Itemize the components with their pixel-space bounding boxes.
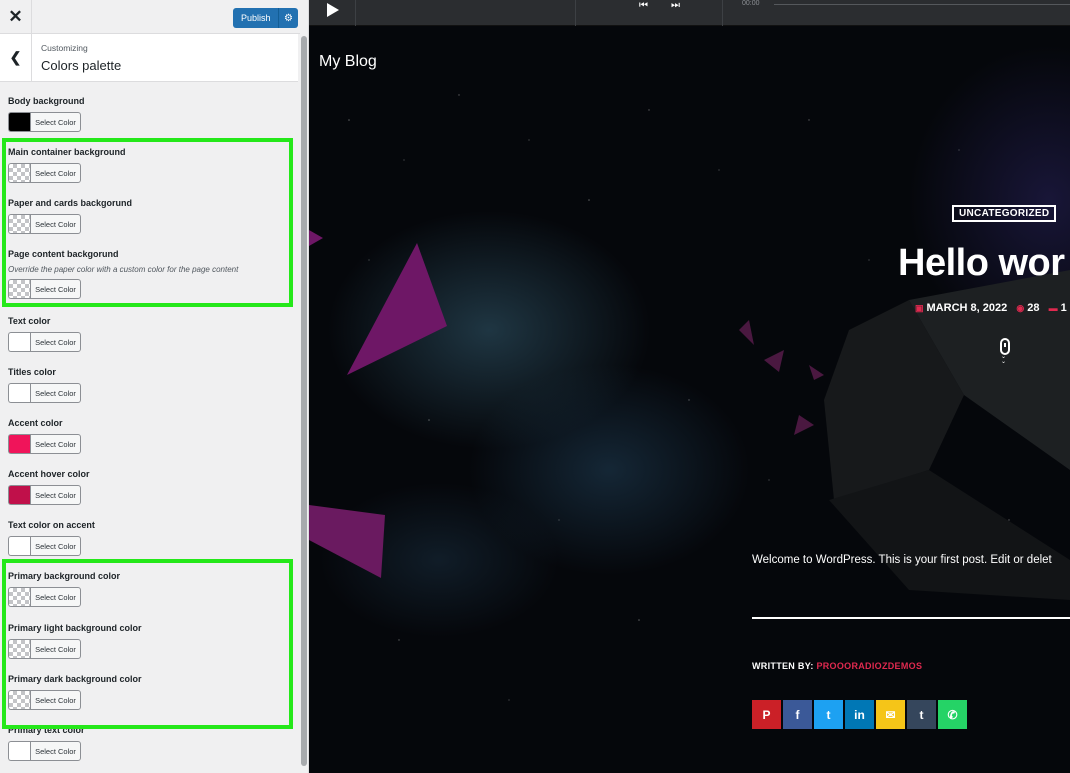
- gear-icon[interactable]: ⚙: [278, 8, 298, 28]
- color-swatch[interactable]: [8, 383, 30, 403]
- post-comments: 1: [1060, 302, 1067, 314]
- seek-bar[interactable]: [774, 4, 1070, 5]
- control-body-background: Body background Select Color: [8, 95, 85, 132]
- category-badge[interactable]: UNCATEGORIZED: [952, 205, 1057, 222]
- color-swatch[interactable]: [8, 434, 30, 454]
- scrollbar[interactable]: [300, 34, 308, 769]
- publish-button[interactable]: Publish ⚙: [233, 8, 298, 28]
- chevron-down-icon: ⌄ ⌄: [1001, 354, 1007, 365]
- color-picker[interactable]: Select Color: [8, 536, 95, 556]
- pinterest-icon[interactable]: P: [752, 700, 781, 729]
- chevron-left-icon[interactable]: ❮: [0, 34, 32, 81]
- skip-back-icon[interactable]: ⏮: [639, 0, 648, 11]
- post-excerpt: Welcome to WordPress. This is your first…: [752, 554, 1052, 566]
- written-by-label: WRITTEN BY:: [752, 661, 814, 671]
- control-text-color-on-accent: Text color on accent Select Color: [8, 519, 95, 556]
- divider: [722, 0, 723, 26]
- select-color-button[interactable]: Select Color: [30, 332, 81, 352]
- share-buttons: P f t in ✉ t ✆: [752, 700, 967, 729]
- control-titles-color: Titles color Select Color: [8, 366, 81, 403]
- post-date: MARCH 8, 2022: [926, 302, 1008, 314]
- color-swatch[interactable]: [8, 536, 30, 556]
- eye-icon: ◉: [1016, 303, 1025, 313]
- color-swatch[interactable]: [8, 112, 30, 132]
- author-link[interactable]: PROOORADIOZDEMOS: [816, 661, 922, 671]
- twitter-icon[interactable]: t: [814, 700, 843, 729]
- customizer-header: ✕ Publish ⚙: [0, 0, 300, 34]
- facebook-icon[interactable]: f: [783, 700, 812, 729]
- tumblr-icon[interactable]: t: [907, 700, 936, 729]
- linkedin-icon[interactable]: in: [845, 700, 874, 729]
- select-color-button[interactable]: Select Color: [30, 536, 81, 556]
- divider: [575, 0, 576, 26]
- player-time: 00:00: [742, 0, 760, 7]
- audio-player: ⏮ ⏭ 00:00: [309, 0, 1070, 26]
- control-accent-hover-color: Accent hover color Select Color: [8, 468, 90, 505]
- site-preview: ⏮ ⏭ 00:00 My Blog UNCATEGORIZED Hello wo…: [309, 0, 1070, 773]
- divider: [752, 617, 1070, 619]
- color-picker[interactable]: Select Color: [8, 383, 81, 403]
- post-meta: ▣ MARCH 8, 2022 ◉ 28 ▬ 1: [915, 302, 1067, 314]
- color-swatch[interactable]: [8, 332, 30, 352]
- email-icon[interactable]: ✉: [876, 700, 905, 729]
- close-icon[interactable]: ✕: [0, 0, 32, 34]
- color-swatch[interactable]: [8, 485, 30, 505]
- control-title: Accent color: [8, 418, 63, 428]
- scroll-mouse-icon[interactable]: [1000, 338, 1010, 355]
- publish-label: Publish: [241, 13, 271, 23]
- select-color-button[interactable]: Select Color: [30, 383, 81, 403]
- highlight-box: [2, 138, 293, 307]
- control-title: Text color: [8, 316, 51, 326]
- panel-title: Colors palette: [41, 58, 122, 73]
- color-swatch[interactable]: [8, 741, 30, 761]
- control-title: Text color on accent: [8, 520, 95, 530]
- panel-header: ❮ Customizing Colors palette: [0, 34, 298, 82]
- scrollbar-thumb[interactable]: [301, 36, 307, 766]
- color-picker[interactable]: Select Color: [8, 434, 81, 454]
- whatsapp-icon[interactable]: ✆: [938, 700, 967, 729]
- comment-icon: ▬: [1048, 303, 1058, 313]
- color-picker[interactable]: Select Color: [8, 741, 85, 761]
- skip-forward-icon[interactable]: ⏭: [671, 0, 680, 11]
- post-title: Hello wor: [898, 242, 1065, 284]
- color-picker[interactable]: Select Color: [8, 112, 85, 132]
- control-title: Titles color: [8, 367, 56, 377]
- customizer-sidebar: ✕ Publish ⚙ ❮ Customizing Colors palette…: [0, 0, 309, 773]
- play-icon[interactable]: [327, 3, 339, 17]
- post-views: 28: [1027, 302, 1040, 314]
- space-background: [309, 94, 1070, 701]
- select-color-button[interactable]: Select Color: [30, 112, 81, 132]
- author-line: WRITTEN BY: PROOORADIOZDEMOS: [752, 661, 922, 671]
- color-picker[interactable]: Select Color: [8, 485, 90, 505]
- control-accent-color: Accent color Select Color: [8, 417, 81, 454]
- select-color-button[interactable]: Select Color: [30, 485, 81, 505]
- divider: [355, 0, 356, 26]
- select-color-button[interactable]: Select Color: [30, 741, 81, 761]
- control-title: Body background: [8, 96, 85, 106]
- highlight-box: [2, 559, 293, 729]
- site-title[interactable]: My Blog: [319, 53, 377, 71]
- control-title: Accent hover color: [8, 469, 90, 479]
- panel-subtitle: Customizing: [41, 43, 88, 53]
- color-picker[interactable]: Select Color: [8, 332, 81, 352]
- select-color-button[interactable]: Select Color: [30, 434, 81, 454]
- calendar-icon: ▣: [915, 303, 924, 313]
- control-primary-text-color: Primary text color Select Color: [8, 724, 85, 761]
- control-text-color: Text color Select Color: [8, 315, 81, 352]
